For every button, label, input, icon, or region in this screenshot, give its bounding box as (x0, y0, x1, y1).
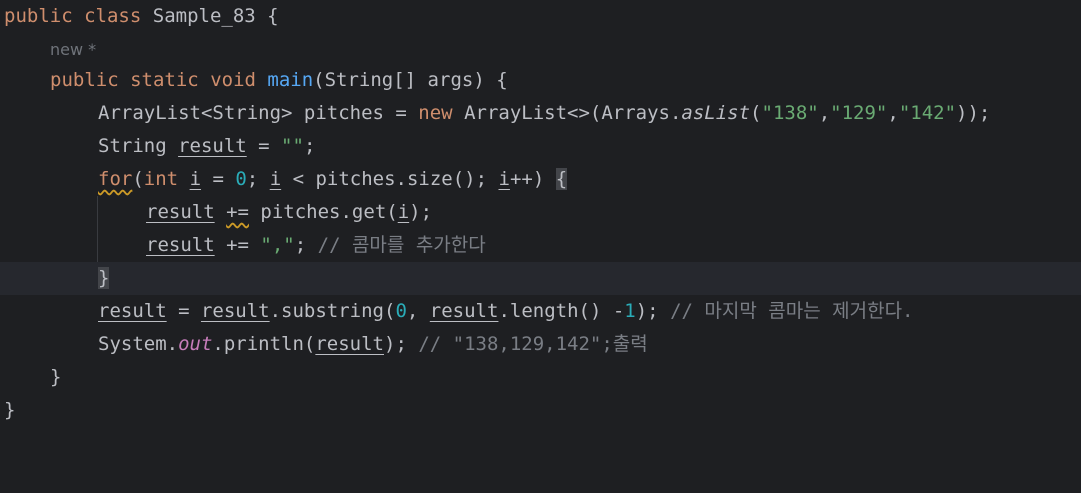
code-line-9-current[interactable]: } (0, 262, 1081, 295)
variable: result (146, 234, 215, 256)
variable: i (189, 168, 202, 190)
code-text: String (98, 135, 179, 157)
keyword: class (84, 5, 142, 27)
code-text: += (214, 234, 261, 256)
code-text: System. (98, 333, 179, 355)
code-line-10[interactable]: result = result.substring(0, result.leng… (0, 295, 1081, 328)
code-line-8[interactable]: result += ","; // 콤마를 추가한다 (0, 229, 1081, 262)
usage-hint[interactable]: new * (50, 40, 96, 59)
variable: result (429, 300, 499, 322)
code-line-12[interactable]: } (0, 361, 1081, 394)
string-literal: "," (260, 234, 295, 256)
code-text: , (818, 102, 831, 124)
code-line-7[interactable]: result += pitches.get(i); (0, 196, 1081, 229)
code-text: = (246, 135, 282, 157)
variable: result (98, 300, 167, 322)
keyword: for (98, 168, 133, 190)
variable: i (498, 168, 510, 190)
code-text: ; (246, 168, 270, 190)
code-text: ArrayList<>(Arrays. (452, 102, 682, 124)
code-text: ); (409, 201, 433, 223)
code-text: )); (956, 102, 991, 124)
matched-brace: { (555, 168, 568, 190)
code-text: ; (294, 234, 318, 256)
code-text: ( (750, 102, 762, 124)
keyword: void (210, 69, 256, 91)
number-literal: 0 (235, 168, 247, 190)
code-text: ; (303, 135, 316, 157)
code-line-5[interactable]: String result = ""; (0, 130, 1081, 163)
code-text: ++) (509, 168, 556, 190)
keyword: int (143, 168, 179, 190)
code-text: = (166, 300, 201, 322)
string-literal: "" (281, 135, 304, 157)
brace: { (267, 5, 279, 27)
keyword: public (50, 69, 119, 91)
code-text: ); (384, 333, 419, 355)
code-text: , (406, 300, 430, 322)
variable: i (397, 201, 410, 223)
code-text: ( (132, 168, 144, 190)
code-text: pitches.get( (248, 201, 398, 223)
code-editor[interactable]: public class Sample_83 { new * public st… (0, 0, 1081, 429)
code-line-2[interactable]: new * (0, 33, 1081, 66)
code-text: < pitches.size(); (281, 168, 499, 190)
string-literal: "138" (761, 102, 819, 124)
code-line-13[interactable]: } (0, 394, 1081, 427)
comment: // "138,129,142";출력 (418, 333, 648, 355)
code-text: , (887, 102, 899, 124)
static-method-call: asList (681, 102, 751, 124)
comment: // 콤마를 추가한다 (317, 234, 486, 256)
variable: result (178, 135, 247, 157)
number-literal: 0 (395, 300, 407, 322)
variable: i (269, 168, 282, 190)
variable: result (315, 333, 384, 355)
brace: } (4, 399, 16, 421)
variable: result (146, 201, 215, 223)
code-text: .length() - (498, 300, 625, 322)
comment: // 마지막 콤마는 제거한다. (670, 300, 914, 322)
keyword: new (418, 102, 453, 124)
string-literal: "142" (898, 102, 957, 124)
code-text: .substring( (269, 300, 396, 322)
string-literal: "129" (830, 102, 888, 124)
method-params: (String[] args) { (313, 69, 508, 91)
code-text: .println( (212, 333, 316, 355)
code-text: ); (635, 300, 671, 322)
code-line-11[interactable]: System.out.println(result); // "138,129,… (0, 328, 1081, 361)
static-field: out (178, 333, 213, 355)
operator-warning: += (226, 201, 249, 223)
class-name: Sample_83 (152, 5, 256, 27)
keyword: public (4, 5, 73, 27)
method-name: main (267, 69, 314, 91)
keyword: static (130, 69, 199, 91)
matched-brace: } (98, 267, 110, 289)
code-line-6[interactable]: for(int i = 0; i < pitches.size(); i++) … (0, 163, 1081, 196)
brace: } (50, 366, 62, 388)
code-text: = (201, 168, 236, 190)
code-text: ArrayList<String> pitches = (98, 102, 419, 124)
code-line-4[interactable]: ArrayList<String> pitches = new ArrayLis… (0, 97, 1081, 130)
number-literal: 1 (624, 300, 636, 322)
variable: result (200, 300, 270, 322)
code-line-1[interactable]: public class Sample_83 { (0, 0, 1081, 33)
code-line-3[interactable]: public static void main(String[] args) { (0, 64, 1081, 97)
